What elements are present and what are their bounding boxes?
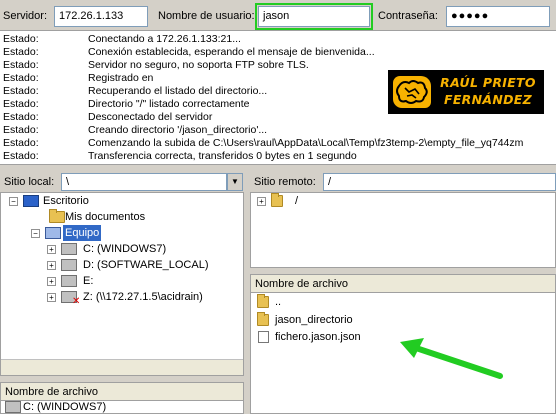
- local-site-label: Sitio local:: [4, 176, 55, 188]
- local-file-list[interactable]: Nombre de archivo C: (WINDOWS7): [0, 382, 244, 414]
- log-key: Estado:: [3, 124, 39, 136]
- tree-label: D: (SOFTWARE_LOCAL): [83, 259, 209, 271]
- log-value: Directorio "/" listado correctamente: [88, 98, 250, 110]
- username-input[interactable]: jason: [255, 3, 373, 30]
- horizontal-scrollbar[interactable]: [1, 359, 243, 375]
- log-value: Comenzando la subida de C:\Users\raul\Ap…: [88, 137, 524, 149]
- expand-icon[interactable]: +: [257, 197, 266, 206]
- log-value: Conexión establecida, esperando el mensa…: [88, 46, 375, 58]
- folder-icon: [257, 294, 269, 308]
- log-value: Conectando a 172.26.1.133:21...: [88, 33, 241, 45]
- brain-logo-icon: [393, 76, 431, 108]
- folder-icon: [49, 209, 65, 223]
- tree-label: /: [295, 195, 299, 207]
- log-value: Registrado en: [88, 72, 154, 84]
- list-item-label: fichero.jason.json: [275, 331, 361, 343]
- remote-path-bar: Sitio remoto: /: [250, 171, 556, 193]
- desktop-icon: [23, 195, 39, 207]
- password-label: Contraseña:: [378, 10, 438, 22]
- tree-label: Equipo: [63, 225, 102, 241]
- file-icon: [258, 331, 269, 343]
- log-key: Estado:: [3, 72, 39, 84]
- collapse-icon[interactable]: −: [9, 197, 18, 206]
- drive-icon: [5, 401, 21, 413]
- folder-icon: [257, 312, 269, 326]
- drive-icon: [61, 259, 77, 271]
- remote-site-label: Sitio remoto:: [254, 176, 316, 188]
- network-drive-icon: ✕: [61, 291, 81, 307]
- host-label: Servidor:: [3, 10, 48, 22]
- list-item-label: C: (WINDOWS7): [23, 401, 107, 413]
- local-tree-pane[interactable]: − Escritorio Mis documentos − Equipo + C…: [0, 192, 244, 376]
- tree-label: E:: [83, 275, 94, 287]
- log-key: Estado:: [3, 111, 39, 123]
- log-key: Estado:: [3, 85, 39, 97]
- expand-icon[interactable]: +: [47, 293, 56, 302]
- host-input[interactable]: 172.26.1.133: [54, 6, 148, 27]
- brand-line-1: RAÚL PRIETO: [440, 75, 536, 90]
- tree-label: Escritorio: [43, 195, 89, 207]
- list-item-label: jason_directorio: [275, 314, 353, 326]
- brand-line-2: FERNÁNDEZ: [444, 92, 532, 107]
- log-value: Recuperando el listado del directorio...: [88, 85, 268, 97]
- quickconnect-bar: Servidor: 172.26.1.133 Nombre de usuario…: [0, 0, 556, 30]
- log-value: Servidor no seguro, no soporta FTP sobre…: [88, 59, 309, 71]
- collapse-icon[interactable]: −: [31, 229, 40, 238]
- log-key: Estado:: [3, 33, 39, 45]
- username-label: Nombre de usuario:: [158, 10, 255, 22]
- brand-text: RAÚL PRIETO FERNÁNDEZ: [436, 74, 540, 108]
- annotation-arrow-icon: [400, 338, 503, 379]
- password-input[interactable]: ●●●●●: [446, 6, 550, 27]
- log-value: Creando directorio '/jason_directorio'..…: [88, 124, 268, 136]
- expand-icon[interactable]: +: [47, 245, 56, 254]
- tree-label: C: (WINDOWS7): [83, 243, 167, 255]
- local-path-dropdown-button[interactable]: ▼: [227, 173, 243, 191]
- folder-unknown-icon: [271, 193, 283, 207]
- log-value: Transferencia correcta, transferidos 0 b…: [88, 150, 357, 162]
- drive-icon: [61, 243, 77, 255]
- drive-icon: [61, 275, 77, 287]
- log-key: Estado:: [3, 46, 39, 58]
- log-key: Estado:: [3, 150, 39, 162]
- log-key: Estado:: [3, 137, 39, 149]
- local-path-bar: Sitio local: \ ▼: [0, 171, 244, 193]
- disconnected-icon: ✕: [72, 296, 81, 307]
- log-key: Estado:: [3, 98, 39, 110]
- column-header-filename[interactable]: Nombre de archivo: [251, 275, 555, 293]
- brand-watermark: RAÚL PRIETO FERNÁNDEZ: [388, 70, 544, 114]
- log-key: Estado:: [3, 59, 39, 71]
- local-path-input[interactable]: \: [61, 173, 227, 191]
- list-item-label: ..: [275, 296, 282, 308]
- expand-icon[interactable]: +: [47, 261, 56, 270]
- remote-path-input[interactable]: /: [323, 173, 556, 191]
- remote-tree-pane[interactable]: + /: [250, 192, 556, 268]
- expand-icon[interactable]: +: [47, 277, 56, 286]
- computer-icon: [45, 227, 61, 239]
- log-value: Desconectado del servidor: [88, 111, 213, 123]
- tree-label: Mis documentos: [65, 211, 146, 223]
- message-log[interactable]: Estado: Conectando a 172.26.1.133:21... E…: [0, 30, 556, 165]
- tree-label: Z: (\\172.27.1.5\acidrain): [83, 291, 203, 303]
